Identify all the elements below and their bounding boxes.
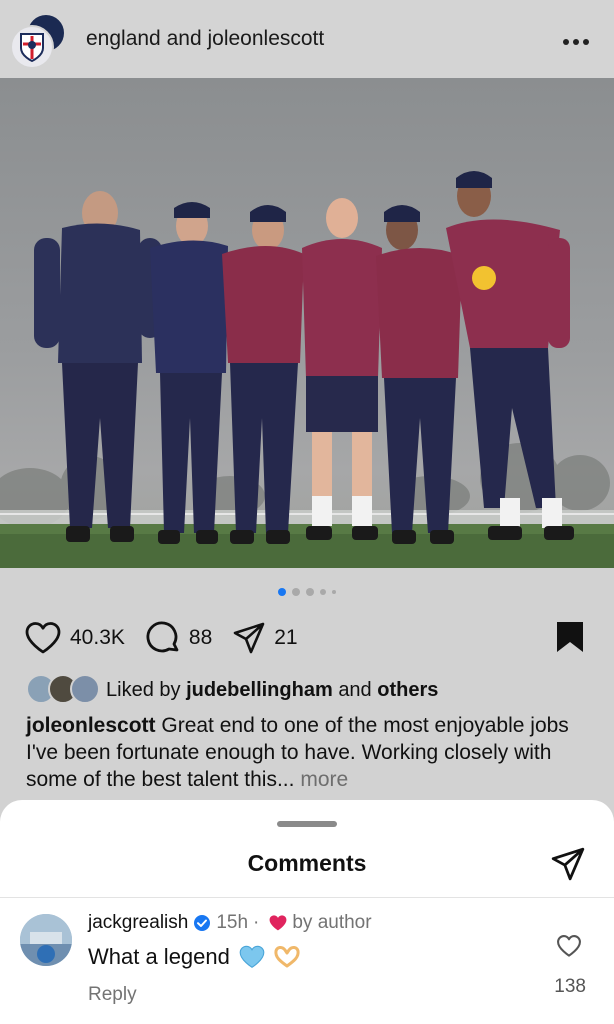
post-author-title[interactable]: england and joleonlescott: [86, 27, 324, 51]
share-action[interactable]: 21: [232, 621, 298, 655]
caption-user[interactable]: joleonlescott: [26, 714, 156, 737]
more-horizontal-icon[interactable]: [562, 22, 590, 53]
heart-icon[interactable]: [24, 621, 62, 655]
author-joleonlescott[interactable]: joleonlescott: [207, 27, 324, 50]
comment-action[interactable]: 88: [145, 620, 212, 656]
heart-hands-icon: [274, 946, 300, 968]
comment-username[interactable]: jackgrealish: [88, 912, 188, 934]
heart-icon[interactable]: [556, 934, 582, 958]
comment-time: 15h: [216, 912, 249, 933]
carousel-dot-5: [332, 590, 336, 594]
caption-more-link[interactable]: more: [300, 768, 348, 791]
bookmark-filled-icon[interactable]: [554, 620, 586, 654]
send-icon[interactable]: [232, 621, 266, 655]
comment-header: jackgrealish 15h · by author: [88, 912, 372, 934]
liked-by-others[interactable]: others: [377, 679, 438, 702]
post-header: england and joleonlescott: [0, 0, 614, 78]
post-caption: joleonlescott Great end to one of the mo…: [26, 712, 586, 793]
comment-text-row: What a legend: [88, 944, 302, 970]
comment-likes-count: 138: [554, 976, 586, 997]
share-post-button[interactable]: [550, 846, 586, 887]
avatar-england[interactable]: [10, 25, 54, 69]
liker-avatars[interactable]: [26, 674, 100, 706]
comments-title: Comments: [247, 850, 367, 876]
commenter-avatar[interactable]: [20, 914, 72, 966]
like-action[interactable]: 40.3K: [24, 621, 125, 655]
post-actions: 40.3K 88 21: [24, 618, 590, 658]
liked-by-joiner: and: [338, 678, 372, 701]
save-action[interactable]: [554, 620, 586, 659]
comment-icon[interactable]: [145, 620, 181, 656]
collab-avatars[interactable]: [10, 9, 70, 69]
liked-by-prefix: Liked by: [106, 678, 181, 701]
carousel-dot-2: [292, 588, 300, 596]
shares-count: 21: [274, 626, 298, 649]
liked-by-author-label: by author: [292, 912, 372, 933]
comments-count: 88: [188, 626, 213, 649]
post-photo[interactable]: [0, 78, 614, 568]
reply-button[interactable]: Reply: [88, 984, 137, 1006]
comment-like-button[interactable]: [556, 934, 582, 963]
author-heart-icon: [269, 915, 287, 931]
light-blue-heart-icon: [239, 945, 265, 968]
comment-separator: ·: [253, 912, 260, 933]
carousel-indicator: [0, 588, 614, 596]
carousel-dot-3: [306, 588, 314, 596]
comment-text: What a legend: [88, 944, 230, 969]
liker-avatar-3: [70, 674, 100, 704]
liked-by-row[interactable]: Liked by judebellingham and others: [26, 674, 438, 706]
sheet-divider: [0, 897, 614, 898]
likes-count: 40.3K: [70, 626, 125, 649]
verified-badge-icon: [194, 915, 211, 931]
carousel-dot-1: [278, 588, 286, 596]
carousel-dot-4: [320, 589, 326, 595]
send-icon[interactable]: [550, 846, 586, 882]
england-crest-icon: [20, 33, 44, 62]
sheet-drag-handle[interactable]: [277, 821, 337, 827]
author-england[interactable]: england: [86, 27, 161, 50]
liked-by-user[interactable]: judebellingham: [186, 679, 333, 702]
person-4: [302, 198, 382, 540]
author-joiner: and: [166, 27, 202, 50]
comments-sheet: Comments jackgrealish 15h · by author Wh…: [0, 800, 614, 1024]
